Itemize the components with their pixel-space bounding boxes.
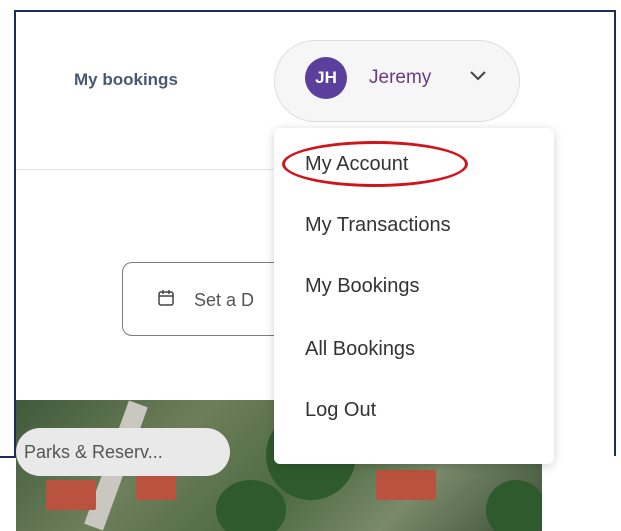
user-name[interactable]: Jeremy	[369, 67, 431, 89]
map-roof	[376, 470, 436, 500]
map-tree	[216, 480, 286, 531]
chevron-down-icon[interactable]	[469, 70, 487, 82]
menu-item-my-transactions[interactable]: My Transactions	[305, 214, 451, 237]
menu-item-my-bookings[interactable]: My Bookings	[305, 275, 420, 298]
frame-edge	[0, 456, 16, 458]
highlight-circle	[282, 141, 468, 187]
nav-link-my-bookings[interactable]: My bookings	[74, 70, 178, 90]
menu-item-log-out[interactable]: Log Out	[305, 399, 376, 422]
avatar[interactable]: JH	[305, 57, 347, 99]
date-input-value: Set a D	[194, 290, 255, 310]
calendar-icon	[158, 290, 174, 306]
header-divider	[16, 169, 276, 170]
map-tree	[486, 480, 542, 531]
map-roof	[46, 480, 96, 510]
menu-item-all-bookings[interactable]: All Bookings	[305, 338, 415, 361]
category-chip[interactable]: Parks & Reserv...	[16, 428, 230, 476]
avatar-initials: JH	[315, 68, 337, 87]
